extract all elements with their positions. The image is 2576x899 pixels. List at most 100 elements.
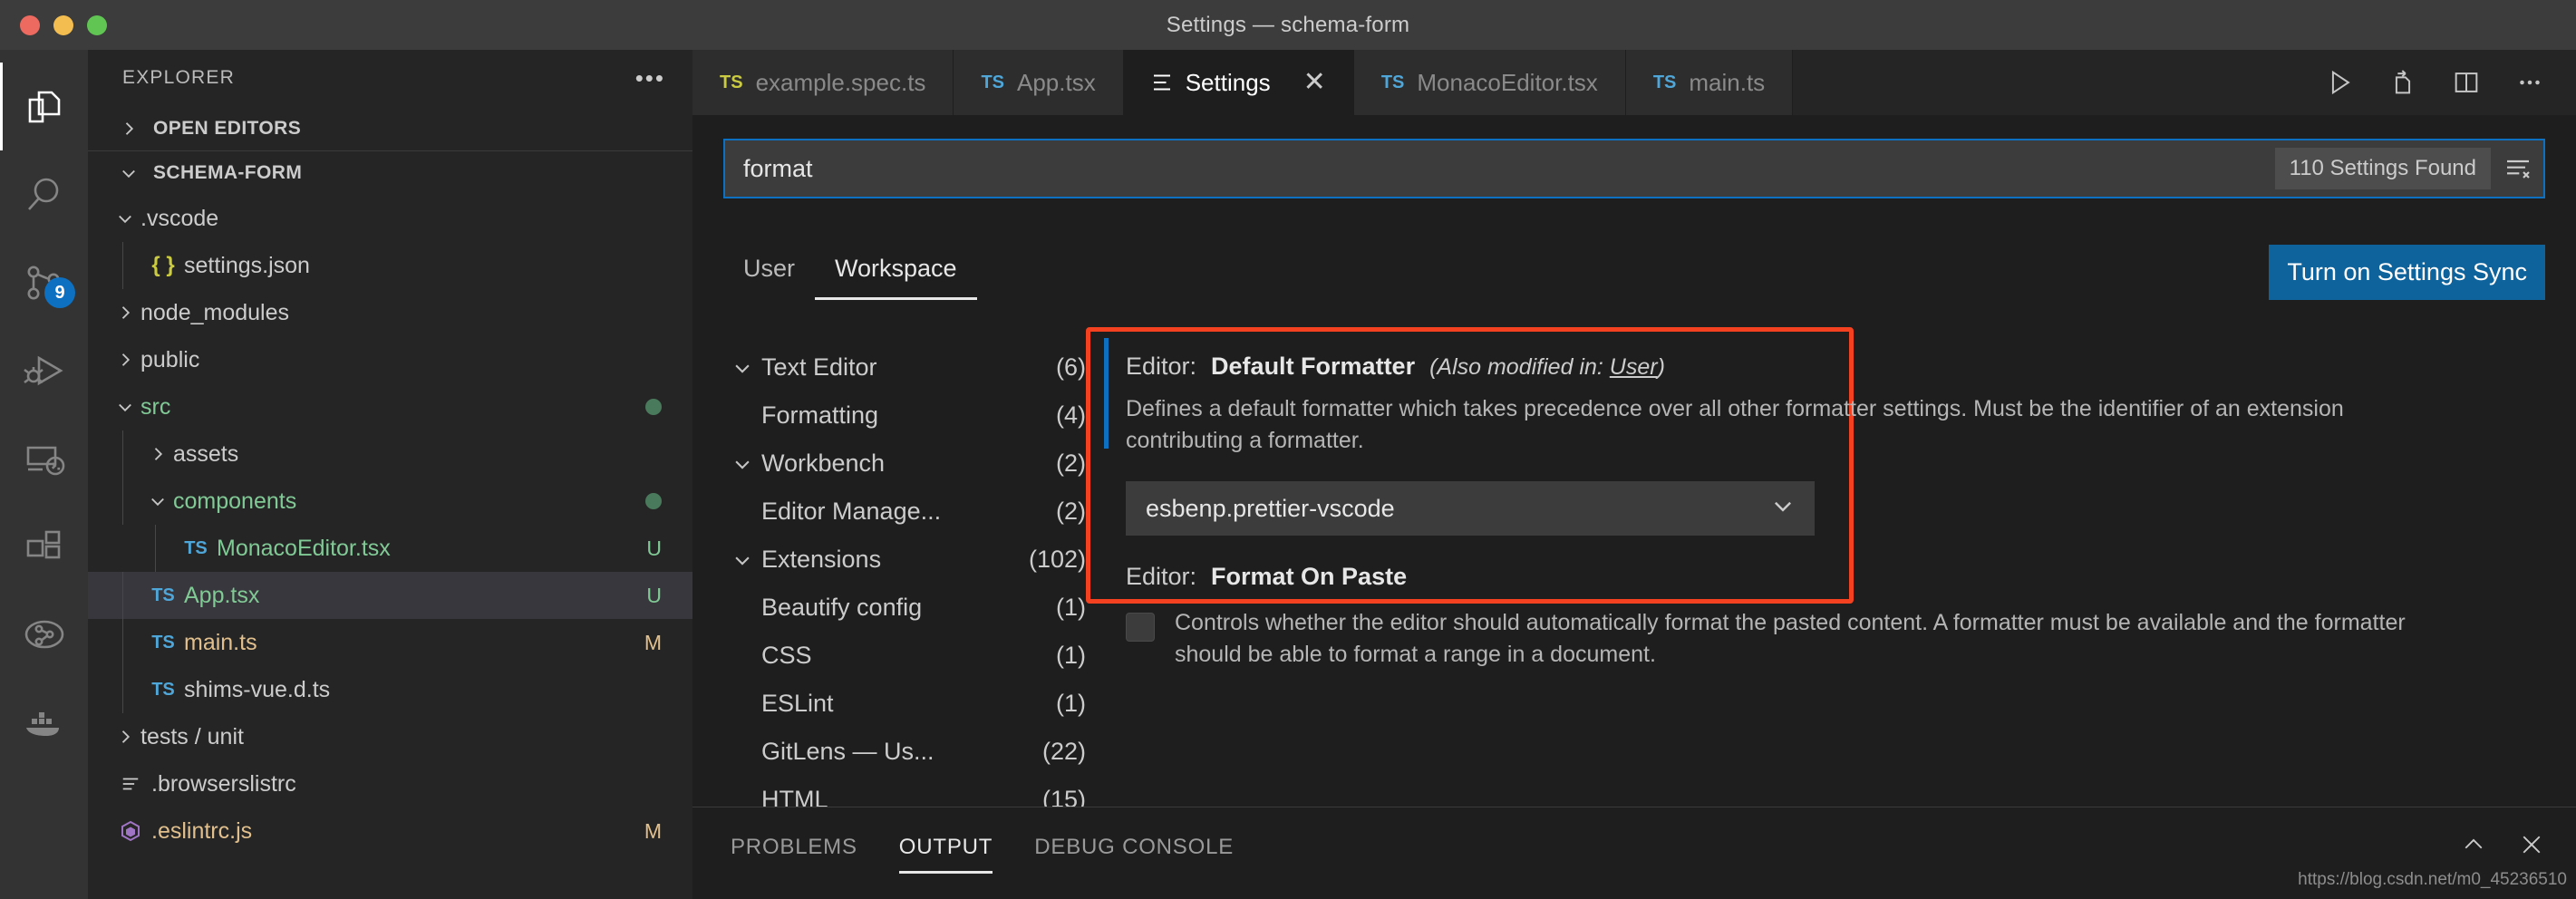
tree-file[interactable]: .eslintrc.js M <box>88 807 692 855</box>
setting-title: Editor: Default Formatter (Also modified… <box>1126 325 2545 381</box>
activity-item-source-control[interactable]: 9 <box>0 238 88 326</box>
toc-item[interactable]: Beautify config (1) <box>723 584 1086 632</box>
editor-tab[interactable]: TS main.ts <box>1625 50 1794 115</box>
activity-item-extensions[interactable] <box>0 502 88 590</box>
tree-folder[interactable]: .vscode <box>88 195 692 242</box>
settings-scope-tabs: User Workspace <box>723 255 977 300</box>
tree-folder[interactable]: src <box>88 383 692 430</box>
settings-scope-tab[interactable]: Workspace <box>815 255 977 300</box>
toc-item[interactable]: Extensions (102) <box>723 536 1086 584</box>
editor-tab[interactable]: TS App.tsx <box>954 50 1124 115</box>
filter-icon[interactable] <box>2503 154 2532 183</box>
indent-guide <box>155 525 156 572</box>
close-panel-icon[interactable] <box>2518 831 2545 863</box>
toc-item-count: (1) <box>1056 642 1086 669</box>
explorer-sidebar: EXPLORER ••• OPEN EDITORS SCHEMA-FORM .v… <box>88 50 692 899</box>
tree-file[interactable]: TS MonacoEditor.tsx U <box>88 525 692 572</box>
toc-item-count: (2) <box>1056 450 1086 477</box>
more-actions-icon[interactable] <box>2514 67 2545 98</box>
toc-item-label: Extensions <box>761 546 882 573</box>
toc-item[interactable]: Formatting (4) <box>723 392 1086 440</box>
settings-editor: format 110 Settings Found User Workspace … <box>692 115 2576 813</box>
tree-item-label: .eslintrc.js <box>151 817 253 844</box>
ts-icon: TS <box>1380 72 1405 92</box>
indent-guide <box>122 666 123 713</box>
tree-item-label: main.ts <box>184 629 257 655</box>
tree-folder[interactable]: assets <box>88 430 692 478</box>
files-icon <box>23 85 66 129</box>
folder-modified-dot <box>645 399 662 415</box>
toc-item[interactable]: Workbench (2) <box>723 440 1086 488</box>
docker-icon <box>23 701 66 744</box>
turn-on-settings-sync-button[interactable]: Turn on Settings Sync <box>2269 245 2545 300</box>
tree-file[interactable]: TS main.ts M <box>88 619 692 666</box>
activity-item-gitlens[interactable] <box>0 590 88 678</box>
panel-tab[interactable]: OUTPUT <box>898 835 993 874</box>
close-tab-icon[interactable]: ✕ <box>1303 69 1326 96</box>
panel-tab[interactable]: DEBUG CONSOLE <box>1034 835 1234 874</box>
ts-icon: TS <box>981 72 1004 92</box>
tree-file[interactable]: TS App.tsx U <box>88 572 692 619</box>
run-icon[interactable] <box>2324 67 2355 98</box>
chevron-right-icon <box>110 351 140 369</box>
tree-folder[interactable]: public <box>88 336 692 383</box>
tree-file[interactable]: { } settings.json <box>88 242 692 289</box>
chevron-down-icon <box>723 550 761 570</box>
default-formatter-dropdown[interactable]: esbenp.prettier-vscode <box>1126 481 1815 536</box>
format-on-paste-checkbox[interactable] <box>1126 613 1155 642</box>
activity-item-search[interactable] <box>0 150 88 238</box>
toc-item[interactable]: GitLens — Us... (22) <box>723 728 1086 776</box>
run-with-options-icon[interactable] <box>2387 67 2418 98</box>
activity-item-remote-explorer[interactable] <box>0 414 88 502</box>
tree-item-label: shims-vue.d.ts <box>184 676 331 702</box>
settings-scope-tab[interactable]: User <box>723 255 815 300</box>
chevron-up-icon[interactable] <box>2460 831 2487 863</box>
tab-label: App.tsx <box>1017 68 1096 96</box>
tree-folder[interactable]: tests / unit <box>88 713 692 760</box>
gitlens-icon <box>23 613 66 656</box>
tree-folder[interactable]: node_modules <box>88 289 692 336</box>
activity-item-docker[interactable] <box>0 678 88 766</box>
setting-category: Editor: <box>1126 563 1197 590</box>
vscode-window: Settings — schema-form 9 EXPLORER ••• OP… <box>0 0 2576 899</box>
chevron-down-icon <box>142 492 173 510</box>
git-status-badge: M <box>644 818 662 843</box>
toc-item[interactable]: CSS (1) <box>723 632 1086 680</box>
tree-folder[interactable]: components <box>88 478 692 525</box>
sidebar-section-schema-form[interactable]: SCHEMA-FORM <box>88 150 692 195</box>
toc-item[interactable]: Text Editor (6) <box>723 343 1086 392</box>
editor-tab[interactable]: TS example.spec.ts <box>692 50 954 115</box>
file-tree: .vscode { } settings.json node_modules publi… <box>88 195 692 899</box>
activity-item-run-and-debug[interactable] <box>0 326 88 414</box>
activity-item-explorer[interactable] <box>0 63 88 150</box>
settings-list: Editor: Default Formatter (Also modified… <box>1086 325 2545 807</box>
git-status-badge: U <box>646 583 662 607</box>
ts-icon: TS <box>1652 72 1677 92</box>
editor-tab[interactable]: TS MonacoEditor.tsx <box>1353 50 1626 115</box>
settings-table-of-contents: Text Editor (6) Formatting (4) Workbench (2) E… <box>723 325 1086 813</box>
settings-search-box[interactable]: format 110 Settings Found <box>723 139 2545 198</box>
indent-guide <box>122 430 123 478</box>
window-title: Settings — schema-form <box>1166 12 1410 37</box>
toc-item-count: (22) <box>1041 738 1086 765</box>
panel-tab[interactable]: PROBLEMS <box>731 835 857 874</box>
setting-title: Editor: Format On Paste <box>1126 536 2545 591</box>
chevron-down-icon <box>110 398 140 416</box>
settings-search-input[interactable]: format <box>743 155 2275 183</box>
toc-item-label: Formatting <box>761 401 879 429</box>
setting-checkbox-row: Controls whether the editor should autom… <box>1126 607 2545 670</box>
folder-modified-dot <box>645 493 662 509</box>
split-editor-icon[interactable] <box>2451 67 2482 98</box>
setting-modified-note: (Also modified in: User) <box>1429 354 1665 381</box>
modified-in-user-link[interactable]: User <box>1610 354 1658 380</box>
editor-tab[interactable]: Settings ✕ <box>1123 50 1354 115</box>
sidebar-section-open-editors[interactable]: OPEN EDITORS <box>88 106 692 150</box>
tree-item-label: components <box>173 488 297 514</box>
sidebar-more-actions-icon[interactable]: ••• <box>635 66 665 90</box>
toc-item[interactable]: ESLint (1) <box>723 680 1086 728</box>
tree-file[interactable]: .browserslistrc <box>88 760 692 807</box>
toc-item[interactable]: Editor Manage... (2) <box>723 488 1086 536</box>
chevron-down-icon <box>1771 494 1795 524</box>
tree-file[interactable]: TS shims-vue.d.ts <box>88 666 692 713</box>
setting-editor-format-on-paste: Editor: Format On Paste Controls whether… <box>1095 536 2545 670</box>
